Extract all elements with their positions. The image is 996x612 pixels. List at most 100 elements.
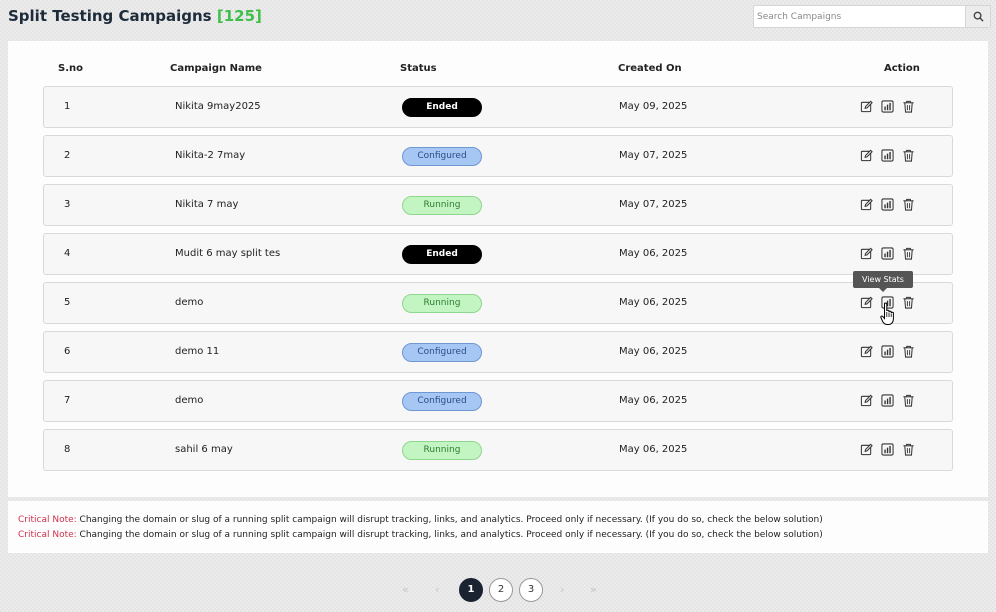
row-created-on: May 07, 2025	[619, 150, 688, 161]
critical-notes: Critical Note: Changing the domain or sl…	[8, 501, 988, 553]
campaign-count: [125]	[216, 7, 262, 25]
edit-icon[interactable]	[859, 442, 874, 457]
campaigns-table: S.no Campaign Name Status Created On Act…	[8, 41, 988, 497]
status-badge: Configured	[402, 392, 482, 411]
search-box	[753, 5, 991, 28]
critical-note-label: Critical Note:	[18, 515, 77, 525]
hand-cursor-icon	[880, 302, 894, 325]
table-row: 5 demo Running May 06, 2025	[43, 282, 953, 324]
status-badge: Running	[402, 294, 482, 313]
delete-icon[interactable]	[901, 99, 916, 114]
row-created-on: May 09, 2025	[619, 101, 688, 112]
edit-icon[interactable]	[859, 393, 874, 408]
row-sno: 2	[64, 150, 71, 161]
status-badge: Ended	[402, 98, 482, 117]
critical-note-text: Changing the domain or slug of a running…	[76, 515, 823, 525]
row-created-on: May 06, 2025	[619, 346, 688, 357]
column-header-action: Action	[884, 63, 920, 74]
status-badge: Running	[402, 196, 482, 215]
page-header: Split Testing Campaigns [125]	[0, 0, 996, 34]
row-actions	[859, 393, 916, 408]
column-header-campaign-name: Campaign Name	[170, 63, 262, 74]
critical-note-text: Changing the domain or slug of a running…	[76, 530, 823, 540]
view-stats-icon[interactable]	[880, 197, 895, 212]
delete-icon[interactable]	[901, 344, 916, 359]
delete-icon[interactable]	[901, 246, 916, 261]
previous-page-button[interactable]: ‹	[435, 583, 439, 596]
row-sno: 3	[64, 199, 71, 210]
row-campaign-name: demo 11	[175, 346, 220, 357]
edit-icon[interactable]	[859, 197, 874, 212]
view-stats-icon[interactable]	[880, 393, 895, 408]
row-created-on: May 06, 2025	[619, 297, 688, 308]
row-created-on: May 06, 2025	[619, 444, 688, 455]
row-actions	[859, 148, 916, 163]
first-page-button[interactable]: «	[402, 583, 409, 596]
row-sno: 4	[64, 248, 71, 259]
view-stats-icon[interactable]	[880, 148, 895, 163]
edit-icon[interactable]	[859, 295, 874, 310]
row-created-on: May 06, 2025	[619, 248, 688, 259]
search-button[interactable]	[965, 6, 990, 27]
status-badge: Ended	[402, 245, 482, 264]
last-page-button[interactable]: »	[590, 583, 597, 596]
edit-icon[interactable]	[859, 344, 874, 359]
status-badge: Configured	[402, 147, 482, 166]
status-badge: Running	[402, 441, 482, 460]
table-row: 8 sahil 6 may Running May 06, 2025	[43, 429, 953, 471]
view-stats-icon[interactable]	[880, 246, 895, 261]
delete-icon[interactable]	[901, 442, 916, 457]
view-stats-tooltip: View Stats	[853, 271, 913, 292]
view-stats-icon[interactable]	[880, 99, 895, 114]
page-title-text: Split Testing Campaigns	[8, 7, 212, 25]
row-campaign-name: Nikita 9may2025	[175, 101, 261, 112]
critical-note: Critical Note: Changing the domain or sl…	[18, 530, 823, 540]
critical-note: Critical Note: Changing the domain or sl…	[18, 515, 823, 525]
row-sno: 5	[64, 297, 71, 308]
column-header-status: Status	[400, 63, 437, 74]
row-actions	[859, 197, 916, 212]
edit-icon[interactable]	[859, 246, 874, 261]
status-badge: Configured	[402, 343, 482, 362]
column-header-sno: S.no	[58, 63, 83, 74]
row-sno: 1	[64, 101, 71, 112]
row-actions	[859, 99, 916, 114]
page-button-3[interactable]: 3	[519, 578, 543, 602]
delete-icon[interactable]	[901, 295, 916, 310]
row-actions	[859, 442, 916, 457]
delete-icon[interactable]	[901, 148, 916, 163]
edit-icon[interactable]	[859, 99, 874, 114]
row-actions	[859, 246, 916, 261]
next-page-button[interactable]: ›	[560, 583, 564, 596]
row-campaign-name: Mudit 6 may split tes	[175, 248, 281, 259]
critical-note-label: Critical Note:	[18, 530, 77, 540]
page-button-1[interactable]: 1	[459, 578, 483, 602]
edit-icon[interactable]	[859, 148, 874, 163]
row-campaign-name: sahil 6 may	[175, 444, 233, 455]
table-row: 1 Nikita 9may2025 Ended May 09, 2025	[43, 86, 953, 128]
row-campaign-name: Nikita 7 may	[175, 199, 239, 210]
search-input[interactable]	[754, 6, 965, 27]
view-stats-icon[interactable]	[880, 344, 895, 359]
column-header-created-on: Created On	[618, 63, 682, 74]
row-campaign-name: Nikita-2 7may	[175, 150, 246, 161]
row-sno: 7	[64, 395, 71, 406]
search-icon	[973, 11, 984, 22]
row-sno: 6	[64, 346, 71, 357]
row-created-on: May 06, 2025	[619, 395, 688, 406]
row-actions	[859, 344, 916, 359]
table-row: 7 demo Configured May 06, 2025	[43, 380, 953, 422]
row-sno: 8	[64, 444, 71, 455]
table-row: 3 Nikita 7 may Running May 07, 2025	[43, 184, 953, 226]
view-stats-icon[interactable]	[880, 442, 895, 457]
page-title: Split Testing Campaigns [125]	[8, 7, 262, 25]
row-created-on: May 07, 2025	[619, 199, 688, 210]
delete-icon[interactable]	[901, 197, 916, 212]
table-row: 2 Nikita-2 7may Configured May 07, 2025	[43, 135, 953, 177]
pagination: « ‹ 1 2 3 › »	[0, 578, 996, 602]
row-campaign-name: demo	[175, 395, 204, 406]
delete-icon[interactable]	[901, 393, 916, 408]
row-campaign-name: demo	[175, 297, 204, 308]
page-button-2[interactable]: 2	[489, 578, 513, 602]
table-row: 4 Mudit 6 may split tes Ended May 06, 2025	[43, 233, 953, 275]
